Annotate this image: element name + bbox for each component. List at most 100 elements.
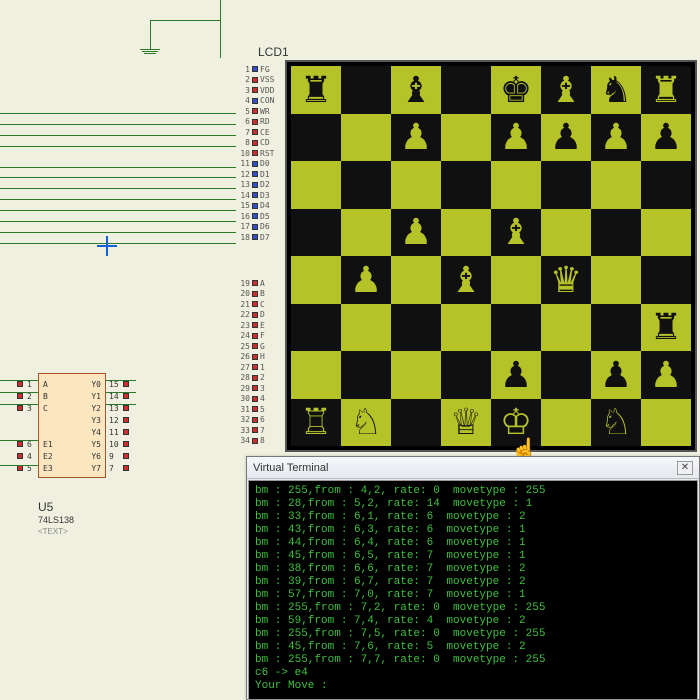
wire xyxy=(0,210,236,211)
pin-D5: 16D5 xyxy=(236,211,278,222)
u5-ref: U5 xyxy=(38,500,53,514)
pin-D3: 14D3 xyxy=(236,190,278,201)
wire xyxy=(142,51,158,52)
square-0-6: ♞ xyxy=(591,66,641,114)
square-2-4 xyxy=(491,161,541,209)
origin-marker xyxy=(97,236,117,256)
square-3-5 xyxy=(541,209,591,257)
terminal-body[interactable]: bm : 255,from : 4,2, rate: 0 movetype : … xyxy=(248,480,698,700)
square-7-1: ♘ xyxy=(341,399,391,447)
square-7-7 xyxy=(641,399,691,447)
square-0-0: ♜ xyxy=(291,66,341,114)
piece-p: ♟ xyxy=(391,114,441,162)
square-6-4: ♟ xyxy=(491,351,541,399)
lcd-pin-group-1: 1FG2VSS3VDD4CON5WR6RD7CE8CD10RST11D012D1… xyxy=(236,64,278,243)
square-5-2 xyxy=(391,304,441,352)
piece-b: ♝ xyxy=(491,209,541,257)
piece-p: ♟ xyxy=(341,256,391,304)
pin-5: 315 xyxy=(236,404,278,415)
piece-k: ♚ xyxy=(491,66,541,114)
pin-CON: 4CON xyxy=(236,96,278,107)
square-5-7: ♜ xyxy=(641,304,691,352)
piece-q: ♛ xyxy=(541,256,591,304)
wire xyxy=(106,392,136,393)
pin-FG: 1FG xyxy=(236,64,278,75)
lcd-ref: LCD1 xyxy=(258,45,289,59)
square-6-6: ♟ xyxy=(591,351,641,399)
chip-u5[interactable]: A1B2C3E16E24E35Y015Y114Y213Y312Y411Y510Y… xyxy=(38,373,106,478)
piece-p: ♟ xyxy=(391,209,441,257)
square-5-6 xyxy=(591,304,641,352)
square-5-3 xyxy=(441,304,491,352)
close-button[interactable]: ✕ xyxy=(677,461,693,475)
wire xyxy=(0,404,38,405)
square-1-1 xyxy=(341,114,391,162)
square-4-4 xyxy=(491,256,541,304)
piece-b: ♝ xyxy=(391,66,441,114)
pin-CD: 8CD xyxy=(236,138,278,149)
wire xyxy=(0,221,236,222)
pin-H: 26H xyxy=(236,352,278,363)
square-4-1: ♟ xyxy=(341,256,391,304)
square-6-5 xyxy=(541,351,591,399)
wire xyxy=(0,113,236,114)
pin-D: 22D xyxy=(236,310,278,321)
pin-D0: 11D0 xyxy=(236,159,278,170)
square-5-4 xyxy=(491,304,541,352)
square-6-1 xyxy=(341,351,391,399)
square-7-0: ♖ xyxy=(291,399,341,447)
wire xyxy=(150,20,220,21)
lcd-display[interactable]: ♜♝♚♝♞♜♟♟♟♟♟♟♝♟♝♛♜♟♟♟♖♘♕♔♘ ☝ xyxy=(285,60,697,452)
square-3-2: ♟ xyxy=(391,209,441,257)
pin-8: 348 xyxy=(236,436,278,447)
pin-G: 25G xyxy=(236,341,278,352)
wire xyxy=(0,177,236,178)
virtual-terminal-window[interactable]: Virtual Terminal ✕ bm : 255,from : 4,2, … xyxy=(246,456,700,700)
square-3-3 xyxy=(441,209,491,257)
pin-D2: 13D2 xyxy=(236,180,278,191)
pin-RD: 6RD xyxy=(236,117,278,128)
piece-N: ♘ xyxy=(341,399,391,447)
square-5-5 xyxy=(541,304,591,352)
close-icon: ✕ xyxy=(681,462,689,473)
pin-E: 23E xyxy=(236,320,278,331)
pin-D6: 17D6 xyxy=(236,222,278,233)
square-3-1 xyxy=(341,209,391,257)
wire xyxy=(0,199,236,200)
square-6-3 xyxy=(441,351,491,399)
square-7-4: ♔ xyxy=(491,399,541,447)
piece-p: ♟ xyxy=(491,351,541,399)
u5-part: 74LS138 xyxy=(38,515,74,525)
pin-1: 271 xyxy=(236,362,278,373)
piece-p: ♟ xyxy=(491,114,541,162)
piece-b: ♝ xyxy=(441,256,491,304)
piece-p: ♟ xyxy=(541,114,591,162)
pin-D7: 18D7 xyxy=(236,232,278,243)
wire xyxy=(0,392,38,393)
square-7-6: ♘ xyxy=(591,399,641,447)
chessboard: ♜♝♚♝♞♜♟♟♟♟♟♟♝♟♝♛♜♟♟♟♖♘♕♔♘ xyxy=(291,66,691,446)
square-0-1 xyxy=(341,66,391,114)
pin-B: 20B xyxy=(236,289,278,300)
piece-p: ♟ xyxy=(591,351,641,399)
wire xyxy=(0,146,236,147)
square-1-4: ♟ xyxy=(491,114,541,162)
square-6-0 xyxy=(291,351,341,399)
square-3-7 xyxy=(641,209,691,257)
wire xyxy=(0,135,236,136)
pin-A: 19A xyxy=(236,278,278,289)
terminal-titlebar[interactable]: Virtual Terminal ✕ xyxy=(247,457,699,479)
square-7-3: ♕ xyxy=(441,399,491,447)
square-0-4: ♚ xyxy=(491,66,541,114)
pin-RST: 10RST xyxy=(236,148,278,159)
wire xyxy=(150,20,151,50)
square-5-0 xyxy=(291,304,341,352)
wire xyxy=(220,0,221,58)
piece-K: ♔ xyxy=(491,399,541,447)
square-0-7: ♜ xyxy=(641,66,691,114)
pin-6: 326 xyxy=(236,415,278,426)
wire xyxy=(0,124,236,125)
piece-p: ♟ xyxy=(591,114,641,162)
square-4-2 xyxy=(391,256,441,304)
pin-VDD: 3VDD xyxy=(236,85,278,96)
